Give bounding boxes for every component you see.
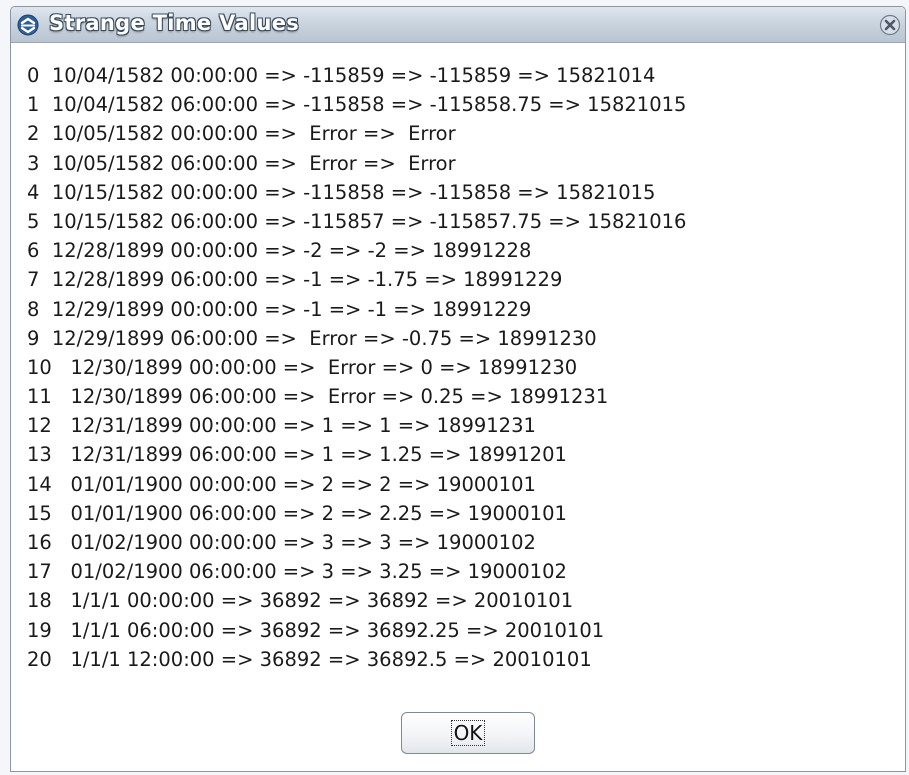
row-index: 20 — [27, 647, 52, 671]
row-index: 4 — [27, 180, 40, 204]
row-index: 3 — [27, 151, 40, 175]
row-index: 18 — [27, 589, 52, 613]
row-text: 01/01/1900 00:00:00 => 2 => 2 => 1900010… — [70, 472, 536, 496]
list-item: 14 01/01/1900 00:00:00 => 2 => 2 => 1900… — [27, 470, 895, 499]
row-index: 11 — [27, 385, 52, 409]
list-item: 9 12/29/1899 06:00:00 => Error => -0.75 … — [27, 324, 895, 353]
list-item: 2 10/05/1582 00:00:00 => Error => Error — [27, 119, 895, 148]
list-item: 7 12/28/1899 06:00:00 => -1 => -1.75 => … — [27, 265, 895, 294]
list-item: 12 12/31/1899 00:00:00 => 1 => 1 => 1899… — [27, 411, 895, 440]
row-index: 10 — [27, 355, 52, 379]
list-item: 8 12/29/1899 00:00:00 => -1 => -1 => 189… — [27, 295, 895, 324]
list-item: 15 01/01/1900 06:00:00 => 2 => 2.25 => 1… — [27, 499, 895, 528]
list-item: 18 1/1/1 00:00:00 => 36892 => 36892 => 2… — [27, 586, 895, 615]
row-index: 13 — [27, 443, 52, 467]
row-index: 7 — [27, 268, 40, 292]
row-index: 15 — [27, 501, 52, 525]
row-index: 5 — [27, 209, 40, 233]
row-text: 10/05/1582 06:00:00 => Error => Error — [51, 151, 456, 175]
list-item: 5 10/15/1582 06:00:00 => -115857 => -115… — [27, 207, 895, 236]
row-text: 12/30/1899 06:00:00 => Error => 0.25 => … — [70, 385, 609, 409]
row-text: 01/01/1900 06:00:00 => 2 => 2.25 => 1900… — [70, 501, 567, 525]
row-index: 17 — [27, 560, 52, 584]
row-text: 12/28/1899 06:00:00 => -1 => -1.75 => 18… — [51, 268, 563, 292]
list-item: 3 10/05/1582 06:00:00 => Error => Error — [27, 149, 895, 178]
list-item: 19 1/1/1 06:00:00 => 36892 => 36892.25 =… — [27, 616, 895, 645]
row-text: 10/04/1582 06:00:00 => -115858 => -11585… — [51, 93, 687, 117]
close-icon[interactable] — [879, 14, 901, 36]
row-index: 9 — [27, 326, 40, 350]
row-text: 12/28/1899 00:00:00 => -2 => -2 => 18991… — [51, 239, 532, 263]
row-index: 0 — [27, 64, 40, 87]
row-text: 12/29/1899 00:00:00 => -1 => -1 => 18991… — [51, 297, 532, 321]
list-item: 0 10/04/1582 00:00:00 => -115859 => -115… — [27, 61, 895, 90]
row-text: 10/15/1582 00:00:00 => -115858 => -11585… — [51, 180, 656, 204]
dialog-window: Strange Time Values 0 10/04/1582 00:00:0… — [10, 6, 906, 772]
list-item: 16 01/02/1900 00:00:00 => 3 => 3 => 1900… — [27, 528, 895, 557]
list-item: 10 12/30/1899 00:00:00 => Error => 0 => … — [27, 353, 895, 382]
row-index: 1 — [27, 93, 40, 117]
row-text: 01/02/1900 06:00:00 => 3 => 3.25 => 1900… — [70, 560, 567, 584]
row-index: 2 — [27, 122, 40, 146]
list-item: 6 12/28/1899 00:00:00 => -2 => -2 => 189… — [27, 236, 895, 265]
app-menu-icon[interactable] — [17, 14, 39, 36]
list-item: 20 1/1/1 12:00:00 => 36892 => 36892.5 =>… — [27, 645, 895, 674]
list-item: 13 12/31/1899 06:00:00 => 1 => 1.25 => 1… — [27, 440, 895, 469]
title-bar[interactable]: Strange Time Values — [11, 7, 905, 43]
row-text: 1/1/1 06:00:00 => 36892 => 36892.25 => 2… — [70, 618, 605, 642]
row-text: 12/29/1899 06:00:00 => Error => -0.75 =>… — [51, 326, 597, 350]
row-text: 12/30/1899 00:00:00 => Error => 0 => 189… — [70, 355, 578, 379]
window-title: Strange Time Values — [49, 11, 300, 35]
row-index: 19 — [27, 618, 52, 642]
row-text: 1/1/1 12:00:00 => 36892 => 36892.5 => 20… — [70, 647, 592, 671]
row-text: 12/31/1899 00:00:00 => 1 => 1 => 1899123… — [70, 414, 536, 438]
row-text: 10/05/1582 00:00:00 => Error => Error — [51, 122, 456, 146]
row-text: 01/02/1900 00:00:00 => 3 => 3 => 1900010… — [70, 531, 536, 554]
row-index: 12 — [27, 414, 52, 438]
list-item: 11 12/30/1899 06:00:00 => Error => 0.25 … — [27, 382, 895, 411]
row-index: 8 — [27, 297, 40, 321]
list-item: 1 10/04/1582 06:00:00 => -115858 => -115… — [27, 90, 895, 119]
row-text: 1/1/1 00:00:00 => 36892 => 36892 => 2001… — [70, 589, 574, 613]
row-index: 6 — [27, 239, 40, 263]
ok-button[interactable]: OK — [401, 712, 535, 754]
message-list: 0 10/04/1582 00:00:00 => -115859 => -115… — [27, 61, 895, 674]
row-text: 12/31/1899 06:00:00 => 1 => 1.25 => 1899… — [70, 443, 567, 467]
row-index: 14 — [27, 472, 52, 496]
ok-button-label: OK — [450, 720, 486, 746]
list-item: 17 01/02/1900 06:00:00 => 3 => 3.25 => 1… — [27, 557, 895, 586]
row-text: 10/15/1582 06:00:00 => -115857 => -11585… — [51, 209, 687, 233]
row-text: 10/04/1582 00:00:00 => -115859 => -11585… — [51, 64, 656, 87]
row-index: 16 — [27, 531, 52, 554]
list-item: 4 10/15/1582 00:00:00 => -115858 => -115… — [27, 178, 895, 207]
